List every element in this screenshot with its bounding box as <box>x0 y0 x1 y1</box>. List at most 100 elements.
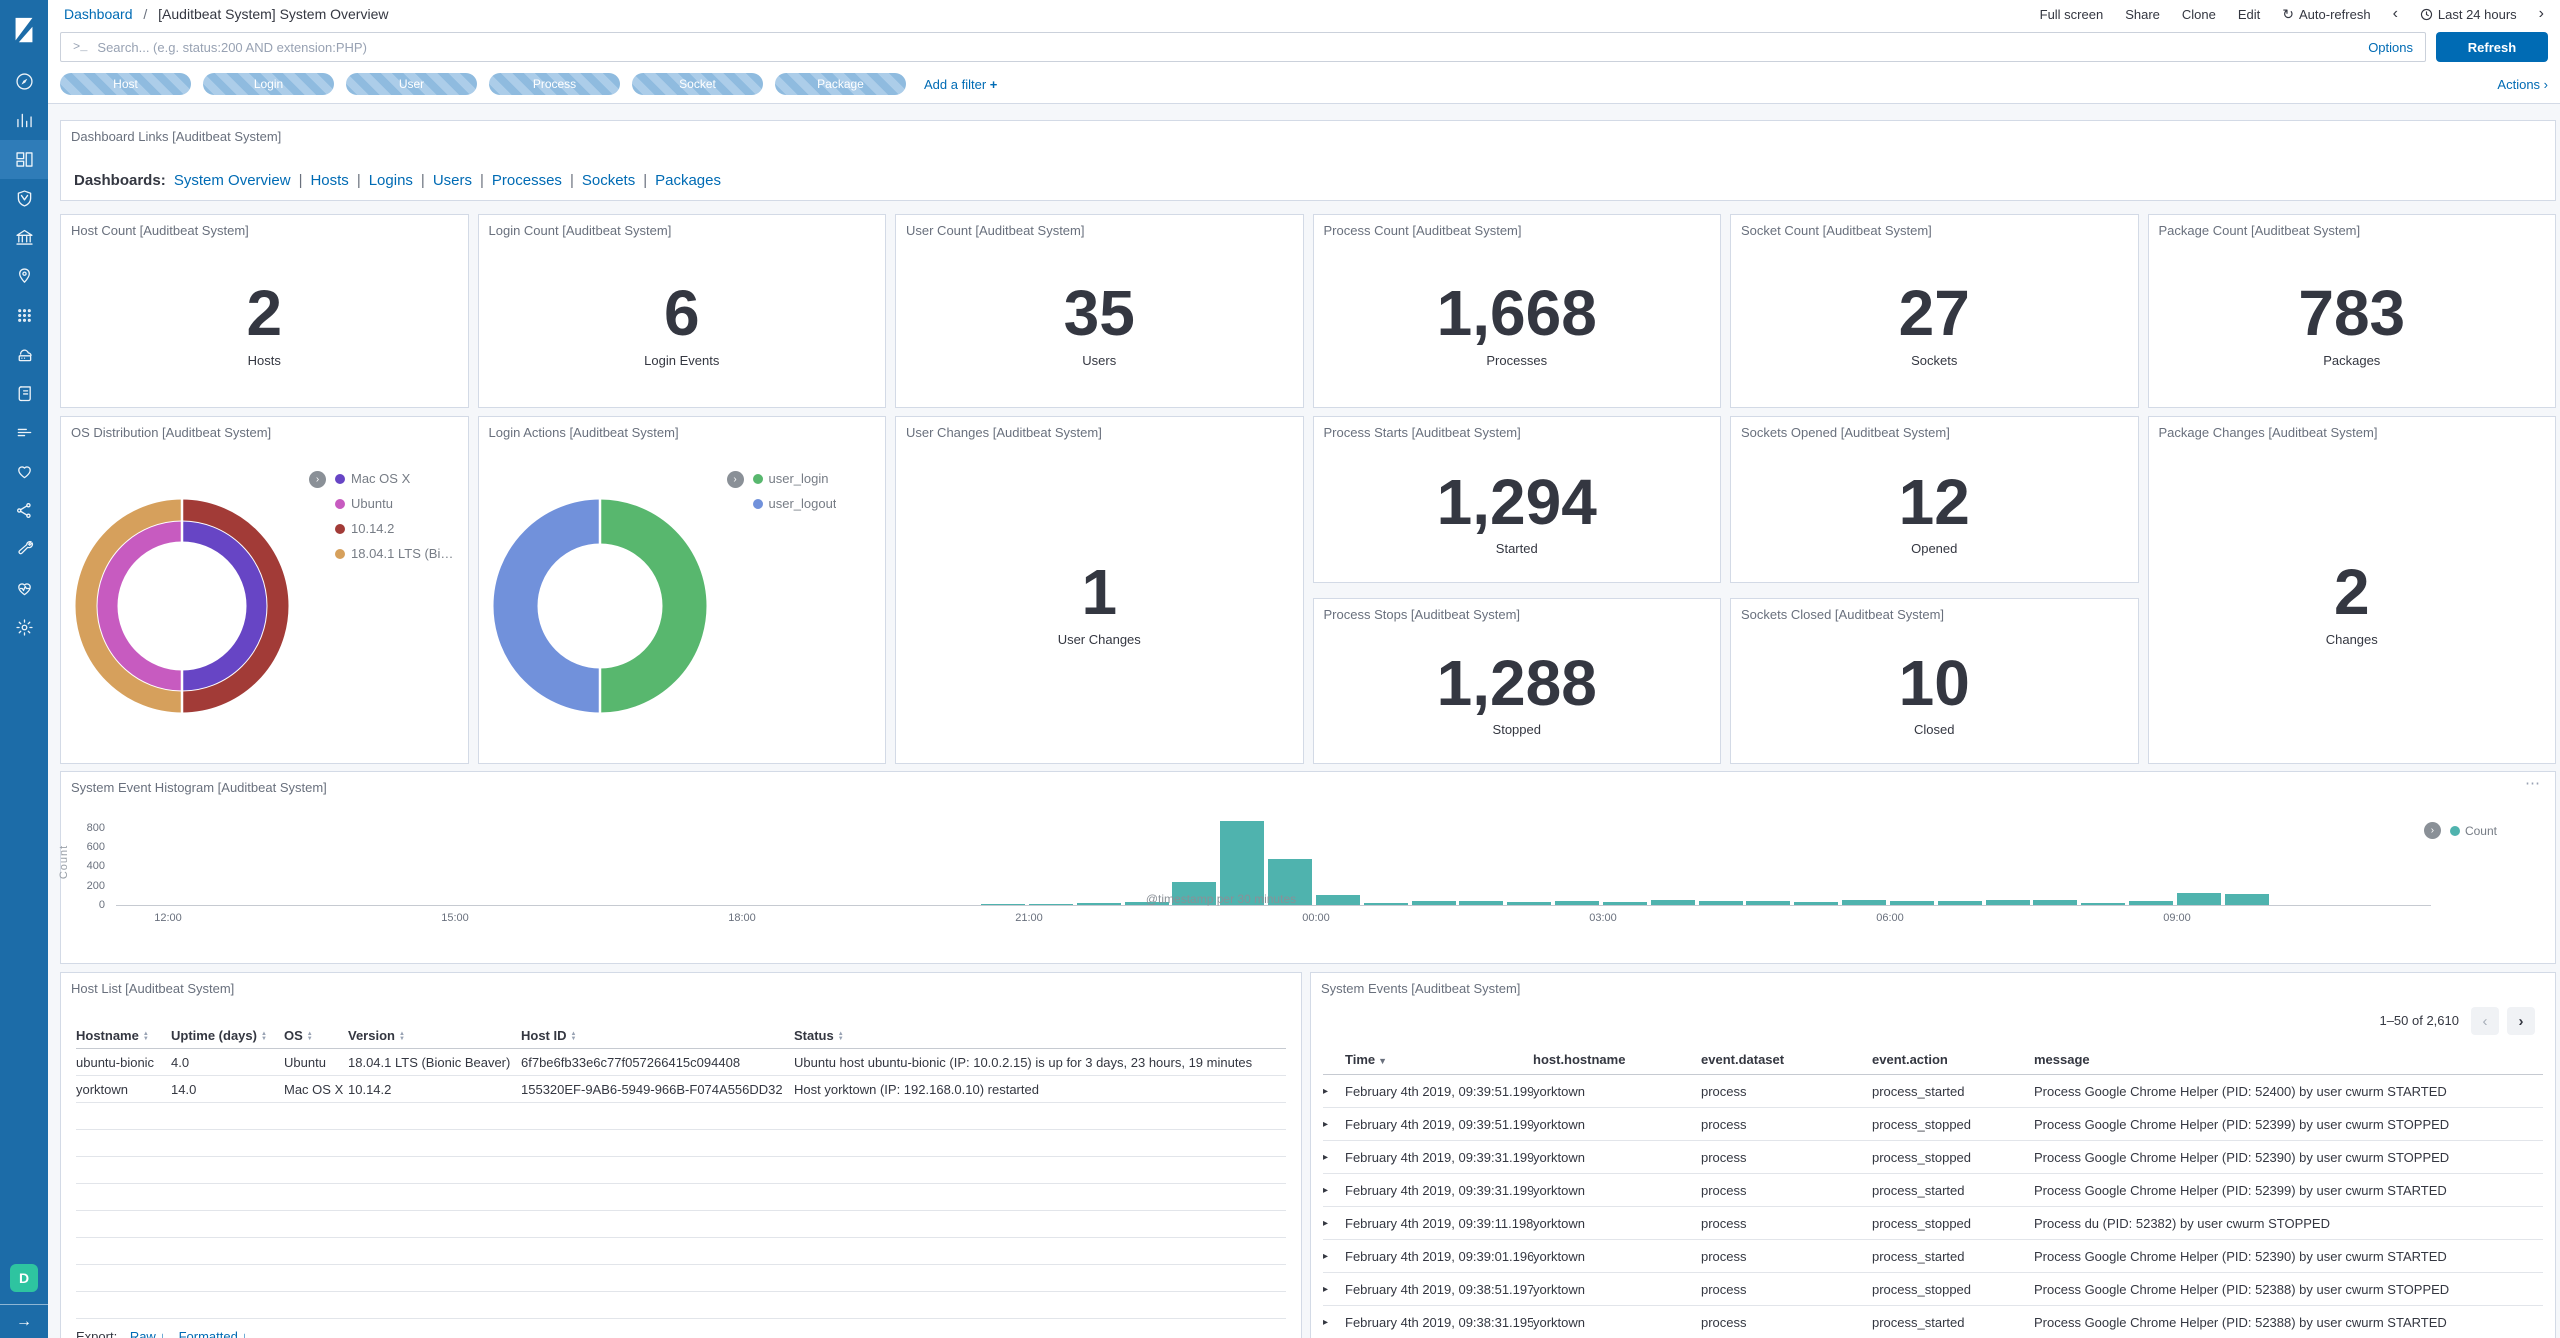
legend-item-10-14-2[interactable]: 10.14.2 <box>335 521 460 536</box>
column-header-event-action[interactable]: event.action <box>1872 1052 2034 1067</box>
histogram-bar[interactable] <box>1555 901 1599 905</box>
export-raw-link[interactable]: Raw ↓ <box>130 1329 166 1338</box>
histogram-bar[interactable] <box>2225 894 2269 905</box>
time-range-picker[interactable]: Last 24 hours <box>2420 7 2517 22</box>
column-header-version[interactable]: Version▲▼ <box>348 1028 521 1043</box>
column-header-status[interactable]: Status▲▼ <box>794 1028 1286 1043</box>
sidebar-item-shield[interactable] <box>0 179 48 218</box>
legend-item-ubuntu[interactable]: Ubuntu <box>335 496 460 511</box>
sidebar-item-dashboard-grid[interactable] <box>0 140 48 179</box>
dashboard-link-users[interactable]: Users <box>433 172 472 189</box>
histogram-bar[interactable] <box>1890 901 1934 905</box>
sidebar-item-node-graph[interactable] <box>0 491 48 530</box>
prev-page-button[interactable]: ‹ <box>2471 1007 2499 1035</box>
clone-button[interactable]: Clone <box>2182 7 2216 22</box>
histogram-bar[interactable] <box>2177 893 2221 905</box>
filter-pill-socket[interactable]: Socket <box>632 73 763 95</box>
expand-row-icon[interactable]: ▸ <box>1323 1119 1345 1130</box>
column-header-host-id[interactable]: Host ID▲▼ <box>521 1028 794 1043</box>
filter-pill-package[interactable]: Package <box>775 73 906 95</box>
histogram-bar[interactable] <box>1699 901 1743 905</box>
next-page-button[interactable]: › <box>2507 1007 2535 1035</box>
legend-item-user-logout[interactable]: user_logout <box>753 496 837 511</box>
sort-carets-icon[interactable]: ▲▼ <box>571 1032 577 1042</box>
histogram-bar[interactable] <box>1459 901 1503 905</box>
column-header-hostname[interactable]: Hostname▲▼ <box>76 1028 171 1043</box>
expand-row-icon[interactable]: ▸ <box>1323 1317 1345 1328</box>
expand-row-icon[interactable]: ▸ <box>1323 1218 1345 1229</box>
legend-expand-icon[interactable]: › <box>309 471 326 488</box>
panel-options-icon[interactable]: ⋯ <box>2525 774 2541 792</box>
legend-item-user-login[interactable]: user_login <box>753 471 837 486</box>
os-distribution-donut-chart[interactable] <box>75 499 289 713</box>
sidebar-item-map-pin[interactable] <box>0 257 48 296</box>
dashboard-link-sockets[interactable]: Sockets <box>582 172 635 189</box>
histogram-bar[interactable] <box>1842 900 1886 905</box>
histogram-bar[interactable] <box>1412 901 1456 905</box>
legend-label[interactable]: Count <box>2465 824 2497 838</box>
histogram-bar[interactable] <box>1938 901 1982 905</box>
column-header-event-dataset[interactable]: event.dataset <box>1701 1052 1872 1067</box>
breadcrumb-dashboard-link[interactable]: Dashboard <box>64 6 133 22</box>
export-formatted-link[interactable]: Formatted ↓ <box>179 1329 248 1338</box>
sort-carets-icon[interactable]: ▲▼ <box>261 1032 267 1042</box>
refresh-button[interactable]: Refresh <box>2436 32 2548 62</box>
sidebar-item-compass[interactable] <box>0 62 48 101</box>
share-button[interactable]: Share <box>2125 7 2160 22</box>
sidebar-item-gear[interactable] <box>0 608 48 647</box>
sidebar-item-cloud-server[interactable] <box>0 335 48 374</box>
sidebar-item-wrench[interactable] <box>0 530 48 569</box>
histogram-bar[interactable] <box>981 904 1025 905</box>
dashboard-link-packages[interactable]: Packages <box>655 172 721 189</box>
sidebar-item-dots-grid[interactable] <box>0 296 48 335</box>
time-forward-button[interactable]: › <box>2539 6 2544 22</box>
dashboard-link-processes[interactable]: Processes <box>492 172 562 189</box>
auto-refresh-button[interactable]: ↻ Auto-refresh <box>2282 6 2370 23</box>
expand-row-icon[interactable]: ▸ <box>1323 1284 1345 1295</box>
expand-row-icon[interactable]: ▸ <box>1323 1152 1345 1163</box>
column-header-message[interactable]: message <box>2034 1052 2543 1067</box>
sidebar-item-bank[interactable] <box>0 218 48 257</box>
filter-pill-process[interactable]: Process <box>489 73 620 95</box>
sidebar-item-scroll[interactable] <box>0 374 48 413</box>
column-header-Time[interactable]: Time▼ <box>1345 1052 1533 1067</box>
sidebar-item-heart[interactable] <box>0 452 48 491</box>
histogram-bar[interactable] <box>1603 902 1647 905</box>
time-back-button[interactable]: ‹ <box>2393 6 2398 22</box>
legend-expand-icon[interactable]: › <box>727 471 744 488</box>
space-badge[interactable]: D <box>10 1264 38 1292</box>
legend-expand-icon[interactable]: › <box>2424 822 2441 839</box>
expand-row-icon[interactable]: ▸ <box>1323 1251 1345 1262</box>
sidebar-item-bar-chart[interactable] <box>0 101 48 140</box>
histogram-bar[interactable] <box>1986 900 2030 905</box>
sort-carets-icon[interactable]: ▲▼ <box>399 1032 405 1042</box>
dashboard-link-hosts[interactable]: Hosts <box>310 172 348 189</box>
full-screen-button[interactable]: Full screen <box>2040 7 2104 22</box>
collapse-nav-arrow-icon[interactable]: → <box>0 1304 48 1338</box>
search-input[interactable] <box>97 40 2358 55</box>
legend-item-mac-os-x[interactable]: Mac OS X <box>335 471 460 486</box>
filter-pill-login[interactable]: Login <box>203 73 334 95</box>
dashboard-link-logins[interactable]: Logins <box>369 172 413 189</box>
histogram-bar[interactable] <box>2081 903 2125 905</box>
login-actions-donut-chart[interactable] <box>493 499 707 713</box>
histogram-bar[interactable] <box>2033 900 2077 905</box>
sort-carets-icon[interactable]: ▲▼ <box>307 1032 313 1042</box>
histogram-bar[interactable] <box>1794 902 1838 905</box>
expand-row-icon[interactable]: ▸ <box>1323 1185 1345 1196</box>
column-header-host-hostname[interactable]: host.hostname <box>1533 1052 1701 1067</box>
histogram-bar[interactable] <box>1364 903 1408 905</box>
histogram-bar[interactable] <box>1316 895 1360 905</box>
filter-pill-user[interactable]: User <box>346 73 477 95</box>
actions-link[interactable]: Actions › <box>2497 77 2548 92</box>
expand-row-icon[interactable]: ▸ <box>1323 1086 1345 1097</box>
column-header-uptime-days-[interactable]: Uptime (days)▲▼ <box>171 1028 284 1043</box>
filter-pill-host[interactable]: Host <box>60 73 191 95</box>
histogram-bar[interactable] <box>1746 901 1790 905</box>
edit-button[interactable]: Edit <box>2238 7 2260 22</box>
sidebar-item-text-lines[interactable] <box>0 413 48 452</box>
histogram-bar[interactable] <box>1029 904 1073 905</box>
histogram-bar[interactable] <box>2129 901 2173 905</box>
legend-item-18-04-1-lts-bionic-b-[interactable]: 18.04.1 LTS (Bionic B... <box>335 546 460 561</box>
options-link[interactable]: Options <box>2368 40 2413 55</box>
